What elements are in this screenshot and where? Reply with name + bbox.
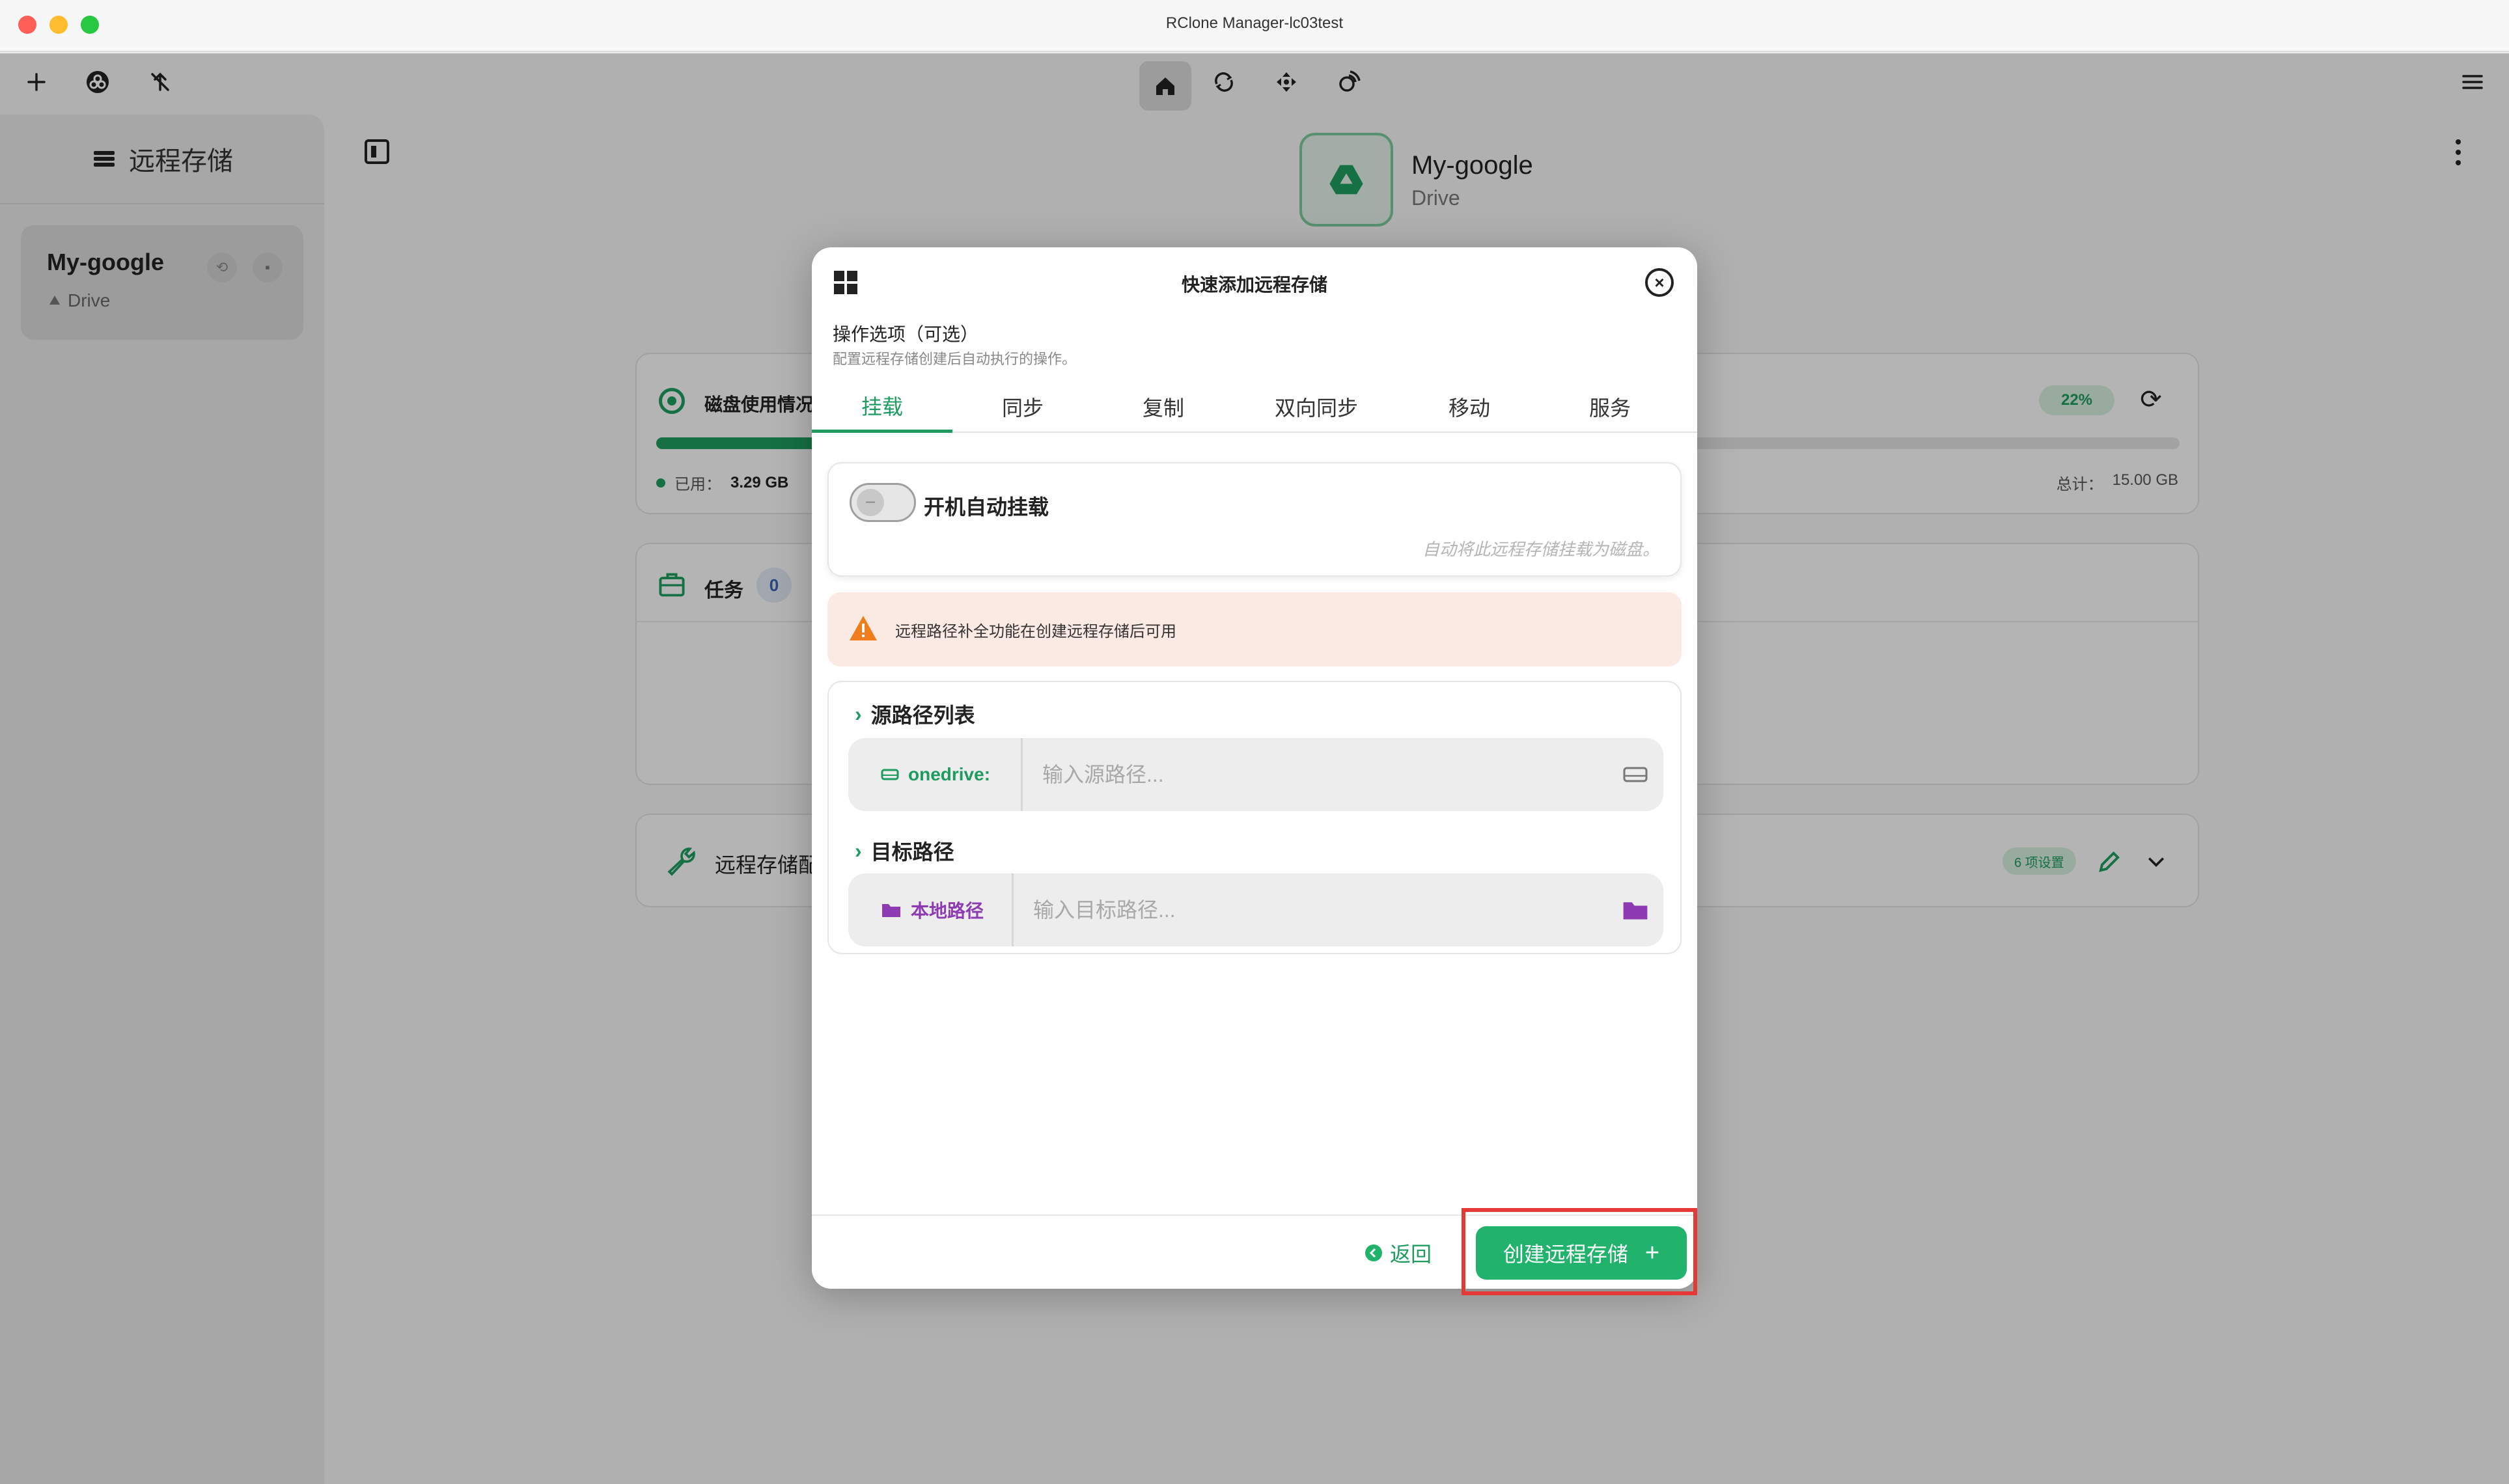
target-path-input[interactable]	[1033, 873, 1593, 946]
options-subtitle: 配置远程存储创建后自动执行的操作。	[833, 351, 1077, 367]
chevron-right-icon: ›	[855, 838, 862, 862]
warning-banner: 远程路径补全功能在创建远程存储后可用	[827, 592, 1682, 666]
auto-mount-toggle[interactable]: −	[850, 483, 916, 522]
source-section-header[interactable]: › 源路径列表	[855, 699, 975, 729]
dialog-title: 快速添加远程存储	[1181, 275, 1327, 295]
tab-copy[interactable]: 复制	[1093, 381, 1234, 433]
highlight-box	[1462, 1208, 1697, 1295]
tab-bisync[interactable]: 双向同步	[1234, 381, 1399, 433]
back-button[interactable]: 返回	[1364, 1229, 1432, 1277]
title-bar: RClone Manager-lc03test	[0, 0, 2509, 52]
source-path-input[interactable]	[1042, 738, 1596, 811]
source-section-label: 源路径列表	[870, 704, 975, 727]
drive-storage-icon	[881, 769, 899, 780]
folder-icon	[882, 904, 900, 917]
warning-text: 远程路径补全功能在创建远程存储后可用	[895, 623, 1176, 640]
paths-card: › 源路径列表 onedrive: › 目标路径 本地路径	[827, 681, 1682, 954]
auto-mount-label: 开机自动挂载	[924, 495, 1049, 519]
close-icon[interactable]: ×	[1645, 268, 1674, 297]
target-path-row: 本地路径	[848, 873, 1663, 946]
chevron-right-icon: ›	[855, 702, 862, 726]
source-prefix-label: onedrive:	[908, 764, 991, 784]
target-prefix-label: 本地路径	[911, 901, 984, 921]
tab-serve[interactable]: 服务	[1540, 381, 1680, 433]
warning-icon	[850, 616, 877, 640]
back-label: 返回	[1390, 1243, 1432, 1266]
source-prefix: onedrive:	[848, 738, 1023, 811]
target-prefix: 本地路径	[848, 873, 1014, 946]
window-title: RClone Manager-lc03test	[1165, 14, 1344, 32]
options-title: 操作选项（可选）	[833, 324, 979, 344]
target-section-header[interactable]: › 目标路径	[855, 836, 954, 866]
quick-add-remote-dialog: 快速添加远程存储 × 操作选项（可选） 配置远程存储创建后自动执行的操作。 挂载…	[812, 247, 1697, 1289]
back-icon	[1365, 1244, 1382, 1261]
browse-remote-icon[interactable]	[1623, 765, 1648, 784]
auto-mount-card: − 开机自动挂载 自动将此远程存储挂载为磁盘。	[827, 462, 1682, 577]
browse-folder-icon[interactable]	[1622, 898, 1649, 922]
auto-mount-hint: 自动将此远程存储挂载为磁盘。	[1422, 540, 1659, 559]
tab-mount[interactable]: 挂载	[812, 381, 952, 433]
toggle-knob: −	[857, 489, 884, 516]
tab-move[interactable]: 移动	[1399, 381, 1540, 433]
target-section-label: 目标路径	[870, 840, 954, 864]
operation-tabs: 挂载 同步 复制 双向同步 移动 服务	[812, 381, 1697, 433]
tab-sync[interactable]: 同步	[952, 381, 1093, 433]
source-path-row: onedrive:	[848, 738, 1663, 811]
